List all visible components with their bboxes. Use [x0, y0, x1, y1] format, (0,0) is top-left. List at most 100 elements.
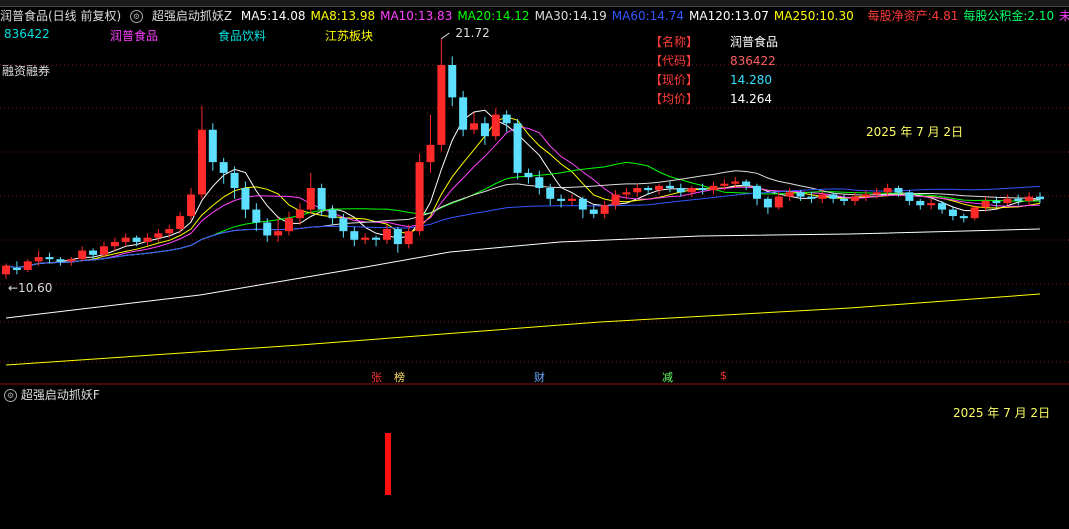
candle-body — [676, 188, 685, 193]
candle-body — [600, 205, 609, 214]
candle-body — [633, 188, 642, 193]
candle-body — [339, 218, 348, 232]
candle-body — [459, 97, 468, 130]
candle-body — [687, 188, 696, 193]
candle-body — [959, 216, 968, 219]
candle-body — [567, 198, 576, 201]
candle-body — [154, 233, 163, 238]
event-marker[interactable]: $ — [720, 369, 727, 382]
candle-body — [480, 123, 489, 137]
candle-body — [916, 200, 925, 206]
candle-body — [1003, 198, 1012, 204]
candle-body — [317, 188, 326, 210]
candle-body — [219, 162, 228, 173]
candle-body — [981, 200, 990, 208]
candle-body — [241, 188, 250, 210]
candle-body — [720, 183, 729, 186]
candle-body — [2, 265, 10, 275]
candle-body — [535, 177, 544, 188]
candle-body — [1025, 196, 1034, 201]
sub-panel-title[interactable]: 超强启动抓妖F — [21, 388, 100, 402]
ma10-line — [5, 126, 1041, 269]
candle-body — [698, 188, 707, 191]
candle-body — [948, 209, 957, 217]
candle-body — [230, 172, 239, 188]
candle-body — [263, 222, 272, 236]
sub-settings-gear-icon[interactable]: ⚙ — [4, 389, 17, 402]
event-marker[interactable]: 减 — [662, 369, 673, 385]
candle-body — [415, 162, 424, 232]
candle-body — [992, 200, 1001, 204]
candle-body — [350, 231, 359, 240]
candle-body — [197, 129, 206, 195]
candle-body — [807, 196, 816, 199]
candle-body — [655, 185, 664, 191]
low-price-label: ←10.60 — [8, 281, 52, 295]
candle-body — [709, 185, 718, 191]
candle-body — [524, 172, 533, 178]
candle-body — [829, 194, 838, 199]
candle-body — [927, 203, 936, 206]
candle-body — [502, 114, 511, 124]
candle-body — [1036, 196, 1044, 200]
kline-chart[interactable]: 21.72 ←10.60 — [0, 0, 1069, 529]
candle-body — [546, 188, 555, 199]
candle-body — [252, 209, 261, 223]
candle-body — [938, 203, 947, 210]
event-marker[interactable]: 榜 — [394, 369, 405, 385]
ma250-line — [5, 293, 1041, 366]
candle-body — [872, 192, 881, 195]
candle-body — [295, 209, 304, 219]
event-marker[interactable]: 张 — [371, 369, 382, 385]
candle-body — [644, 188, 653, 191]
candle-body — [382, 229, 391, 240]
candle-body — [850, 196, 859, 201]
candle-body — [110, 241, 119, 247]
candle-body — [274, 231, 283, 236]
candle-body — [883, 188, 892, 193]
candle-body — [774, 196, 783, 208]
candle-body — [284, 218, 293, 232]
candle-body — [611, 194, 620, 206]
candle-body — [165, 229, 174, 234]
candle-body — [437, 65, 446, 145]
candle-body — [426, 144, 435, 163]
moving-average-lines — [5, 109, 1041, 366]
candle-body — [143, 237, 152, 242]
candle-body — [12, 267, 21, 270]
event-marker[interactable]: 财 — [534, 369, 545, 385]
candle-body — [861, 194, 870, 197]
candle-body — [45, 257, 54, 260]
candle-body — [1014, 198, 1023, 201]
candle-body — [34, 257, 43, 262]
candle-body — [470, 123, 479, 130]
candle-body — [78, 250, 87, 260]
candle-body — [176, 216, 185, 229]
candle-body — [665, 185, 674, 188]
candle-body — [491, 114, 500, 137]
candle-body — [372, 237, 381, 240]
candle-body — [404, 231, 413, 245]
candle-body — [731, 181, 740, 184]
candle-body — [818, 194, 827, 199]
candle-body — [970, 207, 979, 219]
candle-body — [448, 65, 457, 98]
candle-body — [23, 261, 32, 270]
candle-body — [89, 250, 98, 255]
candle-body — [67, 259, 76, 262]
sub-date-label: 2025 年 7 月 2日 — [953, 406, 1051, 420]
candle-body — [513, 123, 522, 173]
candle-body — [557, 198, 566, 201]
candle-body — [328, 209, 337, 219]
candle-body — [393, 229, 402, 245]
ma30-line — [5, 170, 1041, 269]
candle-body — [187, 194, 196, 217]
candle-body — [121, 237, 130, 242]
candle-body — [622, 192, 631, 195]
high-price-label: 21.72 — [455, 26, 489, 40]
candle-body — [99, 246, 108, 255]
sub-panel-header: ⚙ 超强启动抓妖F — [4, 386, 100, 403]
candle-body — [589, 209, 598, 214]
candle-body — [306, 188, 315, 210]
candle-body — [905, 192, 914, 201]
